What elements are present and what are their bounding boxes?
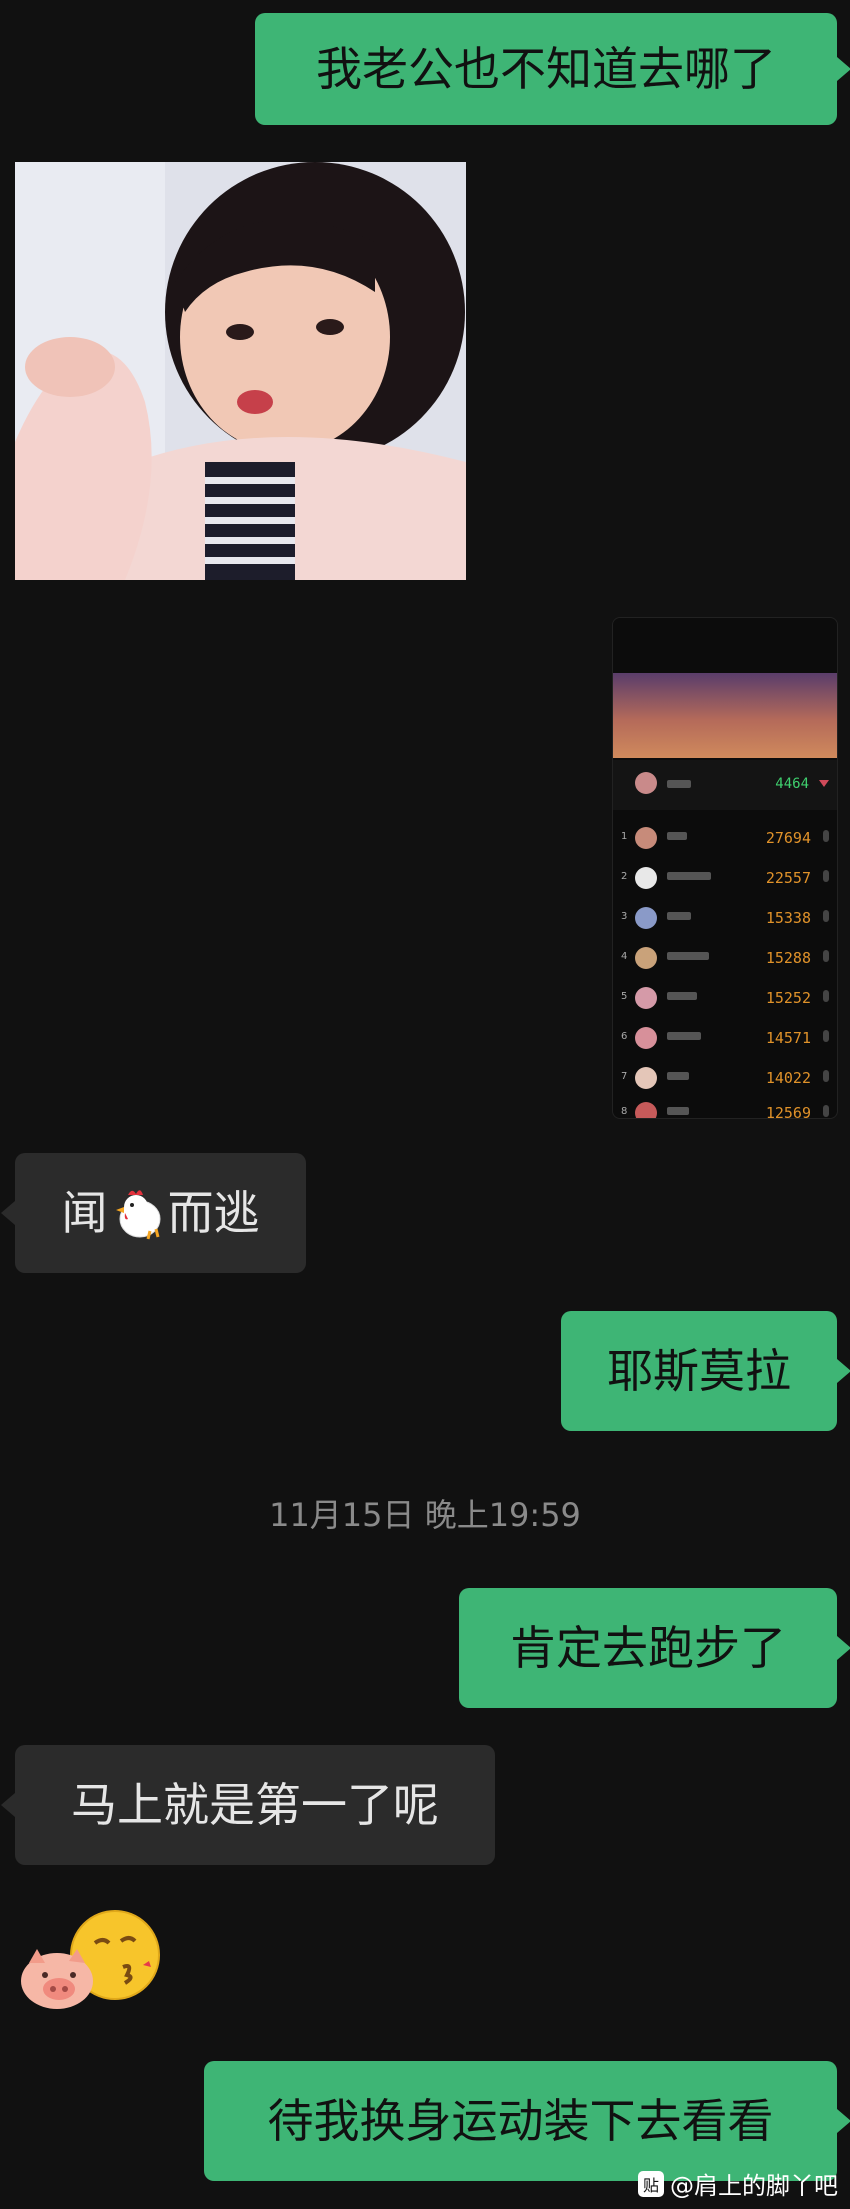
leaderboard-row: 5 15252: [613, 978, 837, 1018]
avatar: [635, 947, 657, 969]
steps-value: 22557: [765, 869, 811, 887]
message-bubble-outgoing[interactable]: 肯定去跑步了: [459, 1588, 850, 1708]
my-steps-value: 4464: [775, 776, 809, 792]
tieba-logo-icon: 贴: [638, 2170, 664, 2197]
pig-kiss-sticker-icon[interactable]: [15, 1905, 165, 2015]
message-text: 我老公也不知道去哪了: [316, 42, 776, 96]
message-text: 肯定去跑步了: [510, 1621, 786, 1675]
message-text-end: 而逃: [167, 1186, 260, 1240]
rooster-emoji-icon: [115, 1190, 160, 1240]
steps-value: 14571: [765, 1029, 811, 1047]
message-bubble-outgoing[interactable]: 我老公也不知道去哪了: [255, 13, 850, 125]
name-placeholder: [667, 1107, 689, 1115]
steps-value: 15288: [765, 949, 811, 967]
leaderboard-row: 6 14571: [613, 1018, 837, 1058]
leaderboard-screenshot[interactable]: 4464 1 27694 2 22557 3 15338 4 15288 5 1…: [612, 617, 838, 1119]
avatar: [635, 1067, 657, 1089]
steps-value: 12569: [765, 1104, 811, 1119]
steps-value: 15252: [765, 989, 811, 1007]
leaderboard-row: 7 14022: [613, 1058, 837, 1098]
rank-number: 6: [621, 1031, 628, 1042]
name-placeholder: [667, 872, 711, 880]
avatar: [635, 827, 657, 849]
message-text-start: 闻: [61, 1186, 108, 1240]
name-placeholder: [667, 1032, 701, 1040]
watermark-text: @肩上的脚丫吧: [670, 2172, 838, 2200]
name-placeholder: [667, 1072, 689, 1080]
message-bubble-outgoing[interactable]: 待我换身运动装下去看看: [204, 2061, 850, 2181]
steps-value: 27694: [765, 829, 811, 847]
name-placeholder: [667, 952, 709, 960]
tieba-watermark: 贴 @肩上的脚丫吧: [638, 2166, 838, 2201]
rank-number: 5: [621, 991, 628, 1002]
avatar: [635, 867, 657, 889]
chat-timestamp: 11月15日 晚上19:59: [269, 1496, 581, 1534]
like-icon: [823, 870, 829, 882]
avatar: [635, 987, 657, 1009]
like-icon: [823, 990, 829, 1002]
like-icon: [823, 950, 829, 962]
photo-message[interactable]: [15, 162, 466, 580]
name-placeholder: [667, 780, 691, 788]
leaderboard-row: 2 22557: [613, 858, 837, 898]
like-icon: [823, 1105, 829, 1117]
like-icon: [823, 1070, 829, 1082]
leaderboard-row: 1 27694: [613, 818, 837, 858]
rank-number: 2: [621, 871, 628, 882]
screenshot-banner: [613, 673, 837, 758]
avatar: [635, 1102, 657, 1118]
child-photo-image: [15, 162, 466, 580]
name-placeholder: [667, 912, 691, 920]
message-text: 马上就是第一了呢: [71, 1778, 439, 1832]
leaderboard-row: 8 12569: [613, 1093, 837, 1119]
avatar: [635, 772, 657, 794]
rank-number: 8: [621, 1106, 628, 1117]
message-bubble-outgoing[interactable]: 耶斯莫拉: [561, 1311, 850, 1431]
rank-number: 7: [621, 1071, 628, 1082]
message-bubble-incoming[interactable]: 马上就是第一了呢: [1, 1745, 495, 1865]
screenshot-status-bar: [613, 618, 837, 658]
like-icon: [823, 830, 829, 842]
like-icon: [823, 1030, 829, 1042]
heart-icon: [819, 780, 829, 787]
message-text: 待我换身运动装下去看看: [267, 2094, 774, 2148]
leaderboard-row: 4 15288: [613, 938, 837, 978]
leaderboard-row: 3 15338: [613, 898, 837, 938]
name-placeholder: [667, 832, 687, 840]
steps-value: 15338: [765, 909, 811, 927]
rank-number: 1: [621, 831, 628, 842]
steps-value: 14022: [765, 1069, 811, 1087]
avatar: [635, 1027, 657, 1049]
rank-number: 3: [621, 911, 628, 922]
name-placeholder: [667, 992, 697, 1000]
avatar: [635, 907, 657, 929]
message-text: 耶斯莫拉: [607, 1344, 791, 1398]
rank-number: 4: [621, 951, 628, 962]
message-bubble-incoming[interactable]: 闻 而逃: [1, 1153, 306, 1273]
like-icon: [823, 910, 829, 922]
screenshot-my-row: 4464: [613, 760, 837, 810]
